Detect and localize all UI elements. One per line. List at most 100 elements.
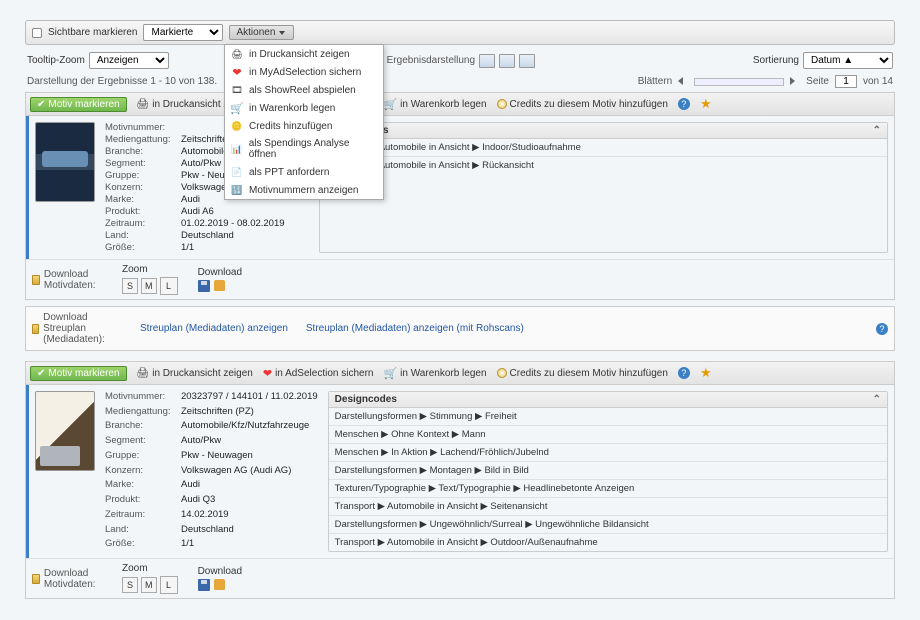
layout-tile-2[interactable] [499,54,515,68]
designcode-row: Transport ▶ Automobile in Ansicht ▶ Seit… [329,498,887,516]
zoom-s-button[interactable]: S [122,577,138,593]
dropdown-item-credits[interactable]: 🪙Credits hinzufügen [225,117,383,135]
zoom-m-button[interactable]: M [141,278,157,294]
credits-link[interactable]: Credits zu diesem Motiv hinzufügen [497,99,668,110]
dropdown-item-cart[interactable]: 🛒in Warenkorb legen [225,99,383,117]
numbers-icon: 🔢 [231,184,243,196]
filter-select[interactable]: Markierte [143,24,223,41]
mark-motiv-button[interactable]: ✔ Motiv markieren [30,366,127,381]
reel-icon: 🎞 [231,84,243,96]
controls-row: Tooltip-Zoom Anzeigen Ergebnisdarstellun… [25,48,895,73]
result-metadata: Motivnummer:20323797 / 144101 / 11.02.20… [105,391,318,552]
zoom-s-button[interactable]: S [122,278,138,294]
folder-icon [32,324,39,334]
sort-select[interactable]: Datum ▲ [803,52,893,69]
dropdown-item-motivnummern[interactable]: 🔢Motivnummern anzeigen [225,181,383,199]
dropdown-item-showreel[interactable]: 🎞als ShowReel abspielen [225,81,383,99]
layout-tile-1[interactable] [479,54,495,68]
download-row: Download Motivdaten: Zoom S M L Download [26,558,894,598]
designcode-row: Menschen ▶ Ohne Kontext ▶ Mann [329,426,887,444]
sort-label: Sortierung [753,55,799,66]
collapse-icon[interactable]: ⌃ [873,125,881,136]
results-summary-row: Darstellung der Ergebnisse 1 - 10 von 13… [25,73,895,92]
cart-icon: 🛒 [231,102,243,114]
bag-icon[interactable] [214,280,225,291]
page-input[interactable] [835,75,857,88]
designcodes-panel: Designcodes⌃ Transport ▶ Automobile in A… [319,122,888,253]
collapse-icon[interactable]: ⌃ [873,394,881,405]
star-icon[interactable]: ★ [700,96,712,112]
help-icon[interactable]: ? [678,98,690,110]
designcode-row: Darstellungsformen ▶ Ungewöhnlich/Surrea… [329,516,887,534]
folder-icon [32,275,40,285]
dropdown-item-spendings[interactable]: 📊als Spendings Analyse öffnen [225,135,383,163]
result-card-1: ✔ Motiv markieren 🖨 in Druckansicht zeig… [25,92,895,300]
page-slider[interactable] [694,78,784,86]
streuplan-bar: Download Streuplan (Mediadaten): Streupl… [25,306,895,351]
help-icon[interactable]: ? [678,367,690,379]
actions-dropdown-menu: 🖨in Druckansicht zeigen ❤in MyAdSelectio… [224,44,384,200]
streuplan-rohscan-link[interactable]: Streuplan (Mediadaten) anzeigen (mit Roh… [306,323,524,334]
result-card-2: ✔ Motiv markieren 🖨 in Druckansicht zeig… [25,361,895,599]
tooltip-zoom-select[interactable]: Anzeigen [89,52,169,69]
actions-dropdown-button[interactable]: Aktionen [229,25,294,40]
credits-link[interactable]: Credits zu diesem Motiv hinzufügen [497,368,668,379]
streuplan-show-link[interactable]: Streuplan (Mediadaten) anzeigen [140,323,288,334]
next-page-icon[interactable] [790,77,800,87]
result-layout-label: Ergebnisdarstellung [387,55,475,66]
download-label: Download [198,566,242,577]
card-action-bar: ✔ Motiv markieren 🖨 in Druckansicht zeig… [26,93,894,116]
layout-tile-3[interactable] [519,54,535,68]
print-link[interactable]: 🖨 in Druckansicht zeigen [137,368,253,379]
cart-icon: 🛒 [383,367,397,380]
printer-icon: 🖨 [231,48,243,60]
designcode-row: Transport ▶ Automobile in Ansicht ▶ Indo… [320,139,887,157]
bag-icon[interactable] [214,579,225,590]
card-action-bar: ✔ Motiv markieren 🖨 in Druckansicht zeig… [26,362,894,385]
doc-icon: 📄 [231,166,243,178]
cart-link[interactable]: 🛒in Warenkorb legen [383,367,486,380]
heart-icon: ❤ [263,367,272,380]
download-row: Download Motivdaten: Zoom S M L Download [26,259,894,299]
designcodes-panel: Designcodes⌃ Darstellungsformen ▶ Stimmu… [328,391,888,552]
coin-icon [497,99,507,109]
save-icon[interactable] [198,579,210,591]
coin-icon: 🪙 [231,120,243,132]
page-label: Seite [806,76,829,87]
designcode-row: Transport ▶ Automobile in Ansicht ▶ Rück… [320,157,887,174]
folder-icon [32,574,40,584]
actions-label: Aktionen [236,27,275,38]
designcode-row: Menschen ▶ In Aktion ▶ Lachend/Fröhlich/… [329,444,887,462]
browse-label: Blättern [638,76,672,87]
dropdown-item-print[interactable]: 🖨in Druckansicht zeigen [225,45,383,63]
coin-icon [497,368,507,378]
zoom-label: Zoom [122,563,178,574]
download-label: Download [198,267,242,278]
help-icon[interactable]: ? [876,323,888,335]
chevron-down-icon [279,31,285,35]
heart-icon: ❤ [231,66,243,78]
cart-link[interactable]: 🛒in Warenkorb legen [383,98,486,111]
result-thumbnail[interactable] [35,122,95,202]
designcodes-title: Designcodes [335,394,397,405]
designcode-row: Transport ▶ Automobile in Ansicht ▶ Outd… [329,534,887,551]
mark-motiv-button[interactable]: ✔ Motiv markieren [30,97,127,112]
page-of-label: von 14 [863,76,893,87]
mark-visible-label: Sichtbare markieren [48,27,137,38]
dropdown-item-ppt[interactable]: 📄als PPT anfordern [225,163,383,181]
result-thumbnail[interactable] [35,391,95,471]
zoom-l-button[interactable]: L [160,277,178,295]
save-icon[interactable] [198,280,210,292]
star-icon[interactable]: ★ [700,365,712,381]
designcode-row: Darstellungsformen ▶ Montagen ▶ Bild in … [329,462,887,480]
chart-icon: 📊 [231,143,243,155]
zoom-l-button[interactable]: L [160,576,178,594]
adselection-link[interactable]: ❤in AdSelection sichern [263,367,374,380]
zoom-m-button[interactable]: M [141,577,157,593]
tooltip-zoom-label: Tooltip-Zoom [27,55,85,66]
top-filter-bar: Sichtbare markieren Markierte Aktionen 🖨… [25,20,895,45]
prev-page-icon[interactable] [678,77,688,87]
mark-visible-checkbox[interactable] [32,28,42,38]
results-count-text: Darstellung der Ergebnisse 1 - 10 von 13… [27,76,217,87]
dropdown-item-adselection[interactable]: ❤in MyAdSelection sichern [225,63,383,81]
